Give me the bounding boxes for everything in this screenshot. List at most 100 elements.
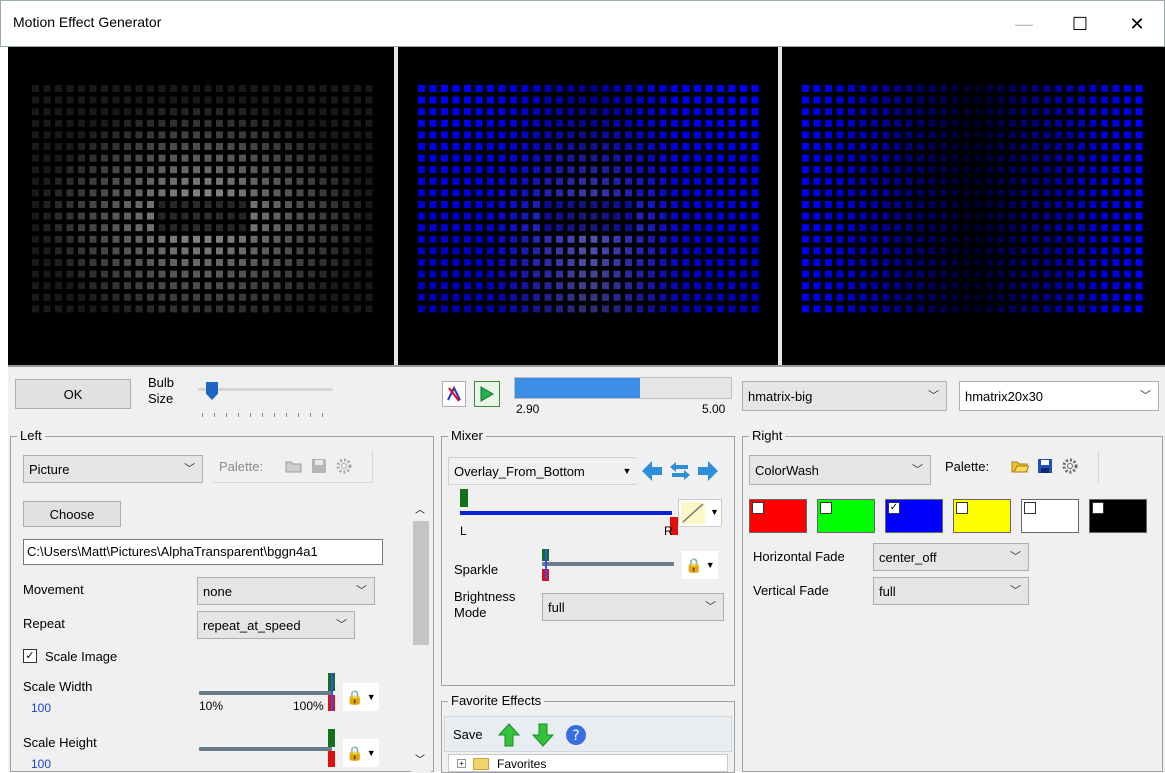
bulb-size-slider[interactable]	[198, 381, 333, 417]
stop-button[interactable]	[442, 381, 466, 407]
led-bulb	[613, 235, 621, 243]
led-bulb	[342, 201, 350, 208]
help-icon[interactable]: ?	[565, 724, 587, 746]
led-bulb	[567, 282, 575, 290]
led-bulb	[273, 305, 281, 313]
favorites-tree[interactable]: + Favorites	[448, 754, 728, 772]
led-bulb	[951, 235, 959, 243]
led-bulb	[170, 259, 177, 266]
led-bulb	[475, 177, 483, 185]
led-bulb	[905, 143, 913, 150]
scroll-up-icon[interactable]: ︿	[415, 501, 425, 516]
led-bulb	[694, 201, 701, 208]
led-bulb	[124, 166, 131, 174]
repeat-select[interactable]: repeat_at_speed ﹀	[197, 611, 355, 639]
save-icon[interactable]	[311, 458, 327, 474]
scale-width-lock[interactable]: 🔒 ▼	[343, 683, 379, 711]
sparkle-slider[interactable]	[542, 549, 678, 583]
vertical-fade-select[interactable]: full ﹀	[873, 577, 1029, 605]
ok-button[interactable]: OK	[15, 379, 131, 409]
color-swatch-checkbox[interactable]	[1024, 502, 1036, 514]
left-scrollbar[interactable]: ︿ ﹀	[411, 493, 431, 773]
scale-height-lock[interactable]: 🔒 ▼	[343, 739, 379, 767]
led-bulb	[112, 154, 120, 162]
swap-icon[interactable]	[668, 459, 692, 483]
led-bulb	[441, 189, 448, 197]
led-bulb	[986, 305, 993, 313]
led-bulb	[940, 247, 947, 255]
color-swatch-checkbox[interactable]	[956, 502, 968, 514]
led-bulb	[147, 166, 154, 174]
color-swatch-checkbox[interactable]: ✓	[888, 502, 900, 514]
save-icon[interactable]	[1037, 458, 1053, 474]
color-swatch[interactable]	[1021, 499, 1079, 533]
led-bulb	[682, 189, 690, 197]
led-bulb	[181, 96, 189, 104]
left-effect-select[interactable]: Picture ﹀	[23, 455, 203, 483]
arrow-up-icon[interactable]	[497, 722, 521, 748]
model-select-2[interactable]: hmatrix20x30 ﹀	[959, 381, 1159, 411]
led-bulb	[579, 189, 586, 197]
led-bulb	[354, 154, 361, 162]
color-swatch[interactable]	[817, 499, 875, 533]
slider-max-handle[interactable]	[328, 751, 335, 767]
led-bulb	[590, 270, 598, 278]
open-folder-icon[interactable]	[1011, 458, 1029, 474]
color-swatch-checkbox[interactable]	[820, 502, 832, 514]
choose-button[interactable]: Choose	[23, 501, 121, 527]
led-bulb	[905, 212, 913, 220]
favorites-tree-item[interactable]: Favorites	[497, 757, 546, 771]
scale-width-slider[interactable]: 10% 100%	[199, 673, 337, 719]
arrow-down-icon[interactable]	[531, 722, 555, 748]
led-bulb	[1101, 177, 1108, 185]
minimize-button[interactable]: —	[1001, 1, 1047, 47]
gear-icon[interactable]	[1061, 457, 1079, 475]
model-select[interactable]: hmatrix-big ﹀	[742, 381, 947, 411]
color-swatch[interactable]	[749, 499, 807, 533]
color-swatch-checkbox[interactable]	[1092, 502, 1104, 514]
led-bulb	[871, 96, 878, 104]
maximize-button[interactable]: ☐	[1057, 1, 1103, 47]
led-bulb	[740, 270, 747, 278]
led-bulb	[273, 293, 281, 301]
bulb-size-thumb[interactable]	[206, 382, 218, 400]
led-bulb	[250, 108, 258, 116]
led-bulb	[1066, 212, 1074, 220]
file-path-input[interactable]: C:\Users\Matt\Pictures\AlphaTransparent\…	[23, 539, 383, 565]
scale-height-slider[interactable]	[199, 729, 337, 773]
led-bulb	[659, 259, 667, 266]
right-effect-select[interactable]: ColorWash ﹀	[749, 455, 931, 485]
brightness-mode-select[interactable]: full ﹀	[542, 593, 724, 621]
color-swatch-checkbox[interactable]	[752, 502, 764, 514]
close-button[interactable]: ✕	[1114, 1, 1160, 47]
arrow-right-icon[interactable]	[696, 459, 720, 483]
mixer-mode-dropdown[interactable]: ▼	[618, 459, 636, 483]
gear-icon[interactable]	[335, 457, 353, 475]
scroll-down-icon[interactable]: ﹀	[415, 751, 425, 766]
horizontal-fade-select[interactable]: center_off ﹀	[873, 543, 1029, 571]
mixer-mode-select[interactable]: Overlay_From_Bottom	[448, 457, 636, 485]
mix-slider[interactable]: L R	[460, 489, 678, 539]
slider-min-handle[interactable]	[328, 729, 335, 747]
sparkle-lock[interactable]: 🔒 ▼	[682, 551, 718, 579]
led-bulb	[354, 305, 361, 313]
led-bulb	[859, 247, 867, 255]
led-bulb	[1043, 201, 1051, 208]
color-swatch[interactable]	[1089, 499, 1147, 533]
scrollbar-thumb[interactable]	[413, 521, 429, 645]
arrow-left-icon[interactable]	[640, 459, 664, 483]
led-bulb	[1135, 154, 1143, 162]
led-bulb	[1032, 131, 1039, 139]
led-bulb	[227, 235, 235, 243]
scale-image-checkbox[interactable]: ✓	[23, 649, 37, 663]
expand-icon[interactable]: +	[457, 759, 466, 768]
mix-curve-button[interactable]: ▼	[678, 499, 722, 527]
color-swatch[interactable]: ✓	[885, 499, 943, 533]
favorites-save-button[interactable]: Save	[453, 727, 483, 742]
led-bulb	[354, 259, 361, 266]
mix-left-handle[interactable]	[460, 489, 468, 507]
play-button[interactable]	[474, 381, 500, 407]
movement-select[interactable]: none ﹀	[197, 577, 375, 605]
color-swatch[interactable]	[953, 499, 1011, 533]
open-folder-icon[interactable]	[285, 458, 303, 474]
